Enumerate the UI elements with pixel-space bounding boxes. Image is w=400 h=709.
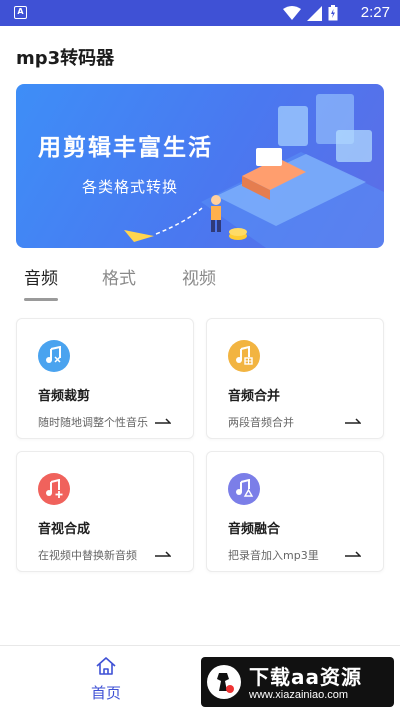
music-add-icon [38, 473, 70, 505]
battery-icon [328, 5, 338, 21]
arrow-right-icon [155, 418, 171, 424]
card-desc: 随时随地调整个性音乐 [38, 416, 148, 429]
watermark-url: www.xiazainiao.com [249, 689, 349, 701]
music-cut-icon [38, 340, 70, 372]
watermark-title: 下载aa资源 [249, 665, 362, 689]
tab-format[interactable]: 格式 [102, 264, 136, 289]
status-bar: A 2:27 [0, 0, 400, 26]
watermark-logo-icon [207, 665, 241, 699]
home-icon [96, 657, 116, 675]
card-desc: 把录音加入mp3里 [228, 549, 319, 562]
banner-slogan: 用剪辑丰富生活 [38, 135, 213, 161]
music-merge-icon [228, 340, 260, 372]
tab-audio[interactable]: 音频 [24, 264, 58, 289]
promo-banner[interactable]: 用剪辑丰富生活 各类格式转换 [16, 84, 384, 248]
music-recycle-icon [228, 473, 260, 505]
signal-icon [307, 5, 322, 21]
card-desc: 两段音频合并 [228, 416, 294, 429]
banner-illustration [124, 94, 384, 248]
card-audio-cut[interactable]: 音频裁剪 随时随地调整个性音乐 [16, 318, 194, 439]
card-audio-fusion[interactable]: 音频融合 把录音加入mp3里 [206, 451, 384, 572]
category-tabs: 音频 格式 视频 [16, 264, 384, 304]
tab-indicator [24, 298, 58, 301]
card-desc: 在视频中替换新音频 [38, 549, 137, 562]
app-title: mp3转码器 [16, 48, 115, 69]
card-title: 音频裁剪 [38, 389, 91, 404]
nav-home-label: 首页 [90, 684, 121, 702]
card-title: 音视合成 [38, 522, 91, 537]
status-icons [283, 5, 338, 21]
arrow-right-icon [155, 551, 171, 557]
banner-subline: 各类格式转换 [82, 178, 179, 196]
app-notification-icon: A [14, 6, 27, 19]
nav-home[interactable]: 首页 [84, 656, 128, 704]
card-title: 音频合并 [228, 389, 281, 404]
card-audio-merge[interactable]: 音频合并 两段音频合并 [206, 318, 384, 439]
arrow-right-icon [345, 418, 361, 424]
card-audio-video-synth[interactable]: 音视合成 在视频中替换新音频 [16, 451, 194, 572]
site-watermark: 下载aa资源 www.xiazainiao.com [201, 657, 394, 707]
wifi-icon [283, 5, 301, 20]
card-title: 音频融合 [228, 522, 281, 537]
status-time: 2:27 [360, 4, 390, 21]
arrow-right-icon [345, 551, 361, 557]
tab-video[interactable]: 视频 [182, 264, 216, 289]
